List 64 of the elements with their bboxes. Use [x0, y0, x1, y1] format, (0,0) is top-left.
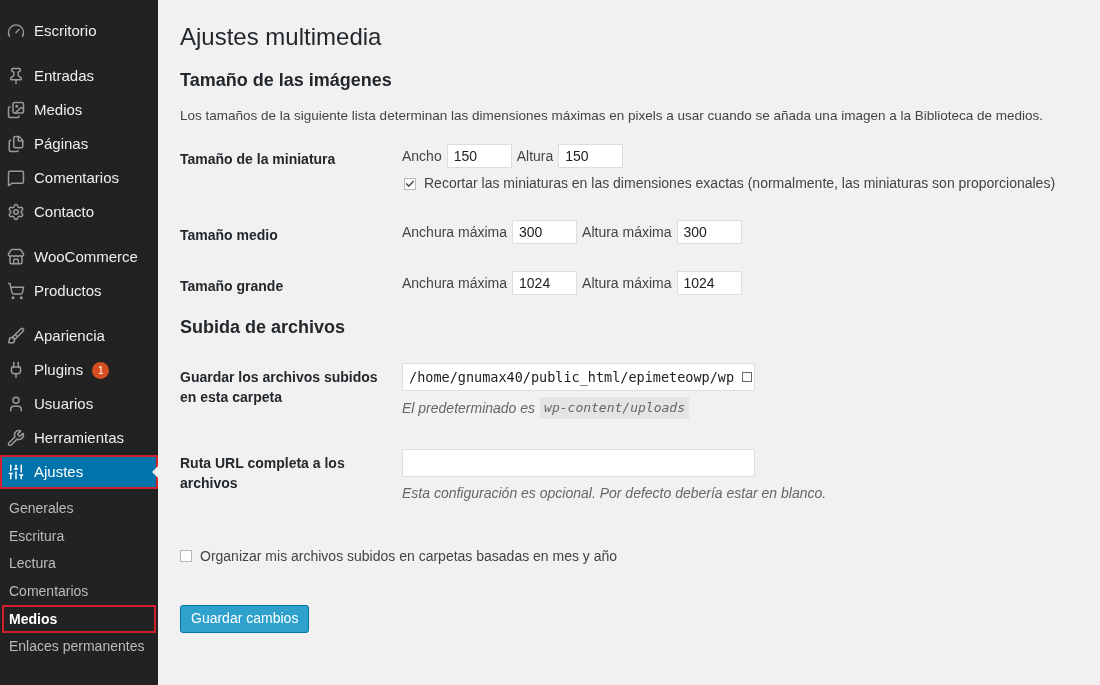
hint-text: El predeterminado es [402, 398, 536, 418]
wrench-icon [7, 429, 25, 447]
section-description: Los tamaños de la siguiente lista determinan las dimensiones máximas en pixels a usar cuando se añada una imagen a la Biblioteca de medios. [180, 107, 1044, 125]
menu-item[interactable]: Usuarios [0, 387, 158, 421]
menu-item[interactable]: Ajustes [0, 455, 158, 489]
menu-item[interactable]: Comentarios [0, 161, 158, 195]
row-label: Tamaño de la miniatura [180, 150, 337, 170]
field-widget-icon [742, 372, 752, 383]
default-path-code: wp-content/uploads [540, 397, 689, 419]
menu-item[interactable]: Contacto [0, 195, 158, 229]
menu-item[interactable]: Apariencia [0, 319, 158, 353]
count-badge: 1 [92, 361, 110, 379]
speech-bubble-icon [7, 169, 25, 187]
row-label: Guardar los archivos subidos en esta carpeta [180, 368, 379, 408]
field-label: Anchura máxima [402, 222, 508, 242]
user-icon [7, 395, 25, 413]
menu-item[interactable]: Páginas [0, 127, 158, 161]
field-label: Altura [516, 146, 554, 166]
row-label: Tamaño grande [180, 277, 285, 297]
field-label: Anchura máxima [402, 273, 508, 293]
brush-icon [7, 327, 25, 345]
menu-item[interactable]: Herramientas [0, 421, 158, 455]
size-input[interactable]: 1024 [512, 271, 578, 296]
submenu-item[interactable]: Generales [2, 495, 156, 523]
checkbox[interactable] [180, 550, 192, 563]
menu-item[interactable]: Productos [0, 274, 158, 308]
gauge-icon [7, 22, 25, 40]
size-input[interactable]: 300 [512, 220, 578, 245]
size-input[interactable]: 1024 [676, 271, 742, 296]
path-input[interactable] [402, 448, 755, 477]
submenu-item[interactable]: Escritura [2, 522, 156, 551]
field-label: Altura máxima [582, 222, 672, 242]
row-label: Ruta URL completa a los archivos [180, 453, 346, 493]
section-heading: Subida de archivos [180, 316, 347, 340]
menu-item[interactable]: Entradas [0, 59, 158, 93]
menu-item[interactable]: Medios [0, 93, 158, 127]
path-input[interactable]: /home/gnumax40/public_html/epimeteowp/wp [402, 363, 755, 392]
submenu-item[interactable]: Enlaces permanentes [2, 632, 156, 661]
submenu-item[interactable]: Lectura [2, 550, 156, 578]
gear-icon [7, 203, 25, 221]
store-icon [7, 248, 25, 266]
sliders-icon [7, 463, 25, 481]
checkbox-label: Recortar las miniaturas en las dimensiones exactas (normalmente, las miniaturas son proporcionales) [424, 174, 1056, 194]
submenu-item[interactable]: Comentarios [2, 577, 156, 606]
page-title: Ajustes multimedia [180, 22, 383, 52]
size-input[interactable]: 150 [558, 144, 624, 169]
menu-item[interactable]: WooCommerce [0, 240, 158, 274]
size-input[interactable]: 150 [446, 144, 512, 169]
pin-icon [7, 67, 25, 85]
images-icon [7, 101, 25, 119]
hint-text: Esta configuración es opcional. Por defecto debería estar en blanco. [402, 483, 827, 503]
field-label: Ancho [402, 146, 442, 166]
cart-icon [7, 282, 25, 300]
submenu-item[interactable]: Medios [2, 605, 156, 633]
field-label: Altura máxima [582, 273, 672, 293]
menu-item[interactable]: Plugins 1 [0, 353, 158, 387]
size-input[interactable]: 300 [676, 220, 742, 245]
row-label: Tamaño medio [180, 226, 279, 246]
pages-icon [7, 135, 25, 153]
menu-item[interactable]: Escritorio [0, 14, 158, 48]
checkbox[interactable] [404, 177, 416, 190]
checkbox-label: Organizar mis archivos subidos en carpetas basadas en mes y año [200, 546, 618, 566]
pointer-icon [152, 466, 158, 478]
section-heading: Tamaño de las imágenes [180, 69, 393, 92]
